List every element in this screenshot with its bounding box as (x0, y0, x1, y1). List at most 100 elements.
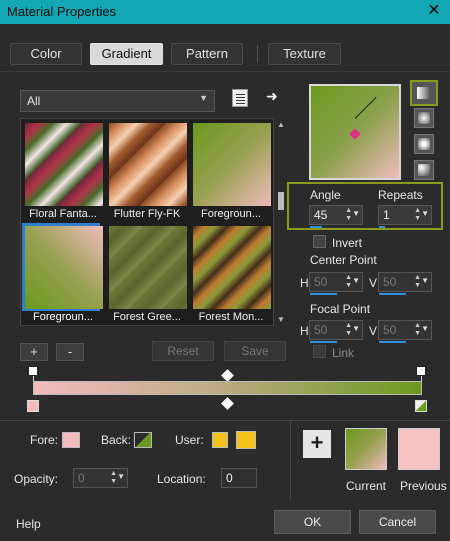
color-midpoint[interactable] (221, 397, 234, 410)
gradient-swatch-icon (25, 123, 103, 206)
swatch-foreground-2[interactable]: Foregroun... (22, 223, 103, 323)
user-color-chip-2[interactable] (236, 431, 256, 449)
back-color-chip[interactable] (134, 432, 152, 448)
spin-arrows-icon[interactable]: ▲ ▼ (414, 322, 421, 338)
repeats-input[interactable]: 1 ▲ ▼ ▼ (378, 205, 432, 228)
arrow-right-icon[interactable]: ➜ (266, 88, 278, 105)
tab-color[interactable]: Color (10, 43, 82, 65)
opacity-midpoint[interactable] (221, 369, 234, 382)
chevron-down-icon[interactable]: ▼ (352, 276, 360, 285)
add-to-swatches-button[interactable]: + (303, 430, 331, 458)
angle-handle-line (354, 96, 377, 119)
angle-input[interactable]: 45 ▲ ▼ ▼ (309, 205, 363, 228)
swatch-label: Flutter Fly-FK (113, 208, 181, 220)
focal-h-label: H (300, 324, 309, 338)
sunburst-gradient-icon (418, 138, 430, 150)
opacity-stop-left[interactable] (28, 366, 38, 376)
chevron-down-icon[interactable]: ▼ (352, 324, 360, 333)
sunburst-style-button[interactable] (414, 134, 434, 154)
close-icon[interactable]: ✕ (426, 2, 442, 20)
spin-arrows-icon[interactable]: ▲ ▼ (110, 470, 117, 486)
chevron-down-icon[interactable]: ▼ (117, 472, 125, 481)
color-stop-right[interactable] (415, 400, 427, 412)
section-divider-vertical (290, 421, 291, 501)
tab-gradient[interactable]: Gradient (90, 43, 163, 65)
color-stop-left[interactable] (27, 400, 39, 412)
swatch-label: Forest Gree... (113, 311, 181, 323)
angle-handle[interactable] (349, 128, 361, 140)
user-color-chip-1[interactable] (212, 432, 228, 448)
focal-v-label: V (369, 324, 378, 338)
chevron-down-icon[interactable]: ▼ (421, 276, 429, 285)
section-divider (0, 420, 450, 421)
add-swatch-button[interactable]: + (20, 343, 48, 361)
gradient-editor-bar[interactable] (33, 381, 422, 395)
radial-style-button[interactable] (414, 160, 434, 180)
tab-texture[interactable]: Texture (268, 43, 341, 65)
link-checkbox[interactable] (313, 345, 326, 358)
linear-style-button[interactable] (410, 80, 438, 106)
center-h-input[interactable]: 50 ▲ ▼ ▼ (309, 272, 363, 295)
window-title: Material Properties (7, 4, 117, 19)
repeats-value: 1 (383, 208, 390, 222)
remove-swatch-button[interactable]: - (56, 343, 84, 361)
center-v-slider-fill (379, 293, 406, 295)
center-v-input[interactable]: 50 ▲ ▼ ▼ (378, 272, 432, 295)
chevron-down-icon: ▼ (199, 93, 208, 103)
gradient-swatch-icon (109, 226, 187, 309)
location-label: Location: (157, 472, 206, 486)
help-link[interactable]: Help (16, 517, 41, 531)
swatch-label: Floral Fanta... (29, 208, 97, 220)
scroll-down-icon[interactable]: ▼ (277, 315, 285, 324)
document-list-icon[interactable] (232, 89, 248, 107)
angle-slider-fill (310, 226, 322, 228)
focal-h-input[interactable]: 50 ▲ ▼ ▼ (309, 320, 363, 343)
invert-label: Invert (332, 236, 363, 250)
center-point-label: Center Point (310, 253, 377, 267)
spin-arrows-icon[interactable]: ▲ ▼ (414, 207, 421, 223)
swatch-floral-fantasy[interactable]: Floral Fanta... (22, 120, 103, 220)
rectangular-style-button[interactable] (414, 108, 434, 128)
current-label: Current (346, 479, 387, 493)
swatch-scrollbar[interactable]: ▲ ▼ (276, 118, 286, 326)
chevron-down-icon[interactable]: ▼ (352, 209, 360, 218)
gradient-swatch-list: Floral Fanta... Flutter Fly-FK Foregroun… (20, 118, 274, 326)
focal-v-input[interactable]: 50 ▲ ▼ ▼ (378, 320, 432, 343)
chevron-down-icon[interactable]: ▼ (421, 209, 429, 218)
location-input[interactable]: 0 (221, 468, 257, 488)
spin-arrows-icon[interactable]: ▲ ▼ (414, 274, 421, 290)
category-dropdown[interactable]: All ▼ (20, 90, 215, 112)
swatch-forest-green[interactable]: Forest Gree... (106, 223, 187, 323)
gradient-preview[interactable] (309, 84, 401, 180)
focal-h-slider-fill (310, 341, 337, 343)
current-gradient-chip[interactable] (345, 428, 387, 470)
linear-gradient-icon (417, 87, 429, 99)
swatch-flutter-fly[interactable]: Flutter Fly-FK (106, 120, 187, 220)
previous-color-chip[interactable] (398, 428, 440, 470)
save-button[interactable]: Save (224, 341, 286, 361)
scroll-thumb[interactable] (278, 192, 284, 210)
spin-arrows-icon[interactable]: ▲ ▼ (345, 322, 352, 338)
spin-arrows-icon[interactable]: ▲ ▼ (345, 274, 352, 290)
gradient-swatch-icon (109, 123, 187, 206)
cancel-button[interactable]: Cancel (359, 510, 436, 534)
fore-color-chip[interactable] (62, 432, 80, 448)
link-label: Link (332, 346, 355, 360)
invert-checkbox[interactable] (313, 235, 326, 248)
swatch-foreground-1[interactable]: Foregroun... (190, 120, 271, 220)
reset-button[interactable]: Reset (152, 341, 214, 361)
opacity-input[interactable]: 0 ▲ ▼ ▼ (73, 468, 128, 488)
opacity-stop-right[interactable] (416, 366, 426, 376)
chevron-down-icon[interactable]: ▼ (421, 324, 429, 333)
swatch-forest-mon[interactable]: Forest Mon... (190, 223, 271, 323)
swatch-label: Foregroun... (201, 208, 261, 220)
back-label: Back: (101, 433, 132, 447)
angle-label: Angle (310, 188, 341, 202)
ok-button[interactable]: OK (274, 510, 351, 534)
title-bar: Material Properties ✕ (0, 0, 450, 24)
scroll-up-icon[interactable]: ▲ (277, 120, 285, 129)
spin-arrows-icon[interactable]: ▲ ▼ (345, 207, 352, 223)
rectangular-gradient-icon (418, 112, 430, 124)
repeats-label: Repeats (378, 188, 423, 202)
tab-pattern[interactable]: Pattern (171, 43, 243, 65)
